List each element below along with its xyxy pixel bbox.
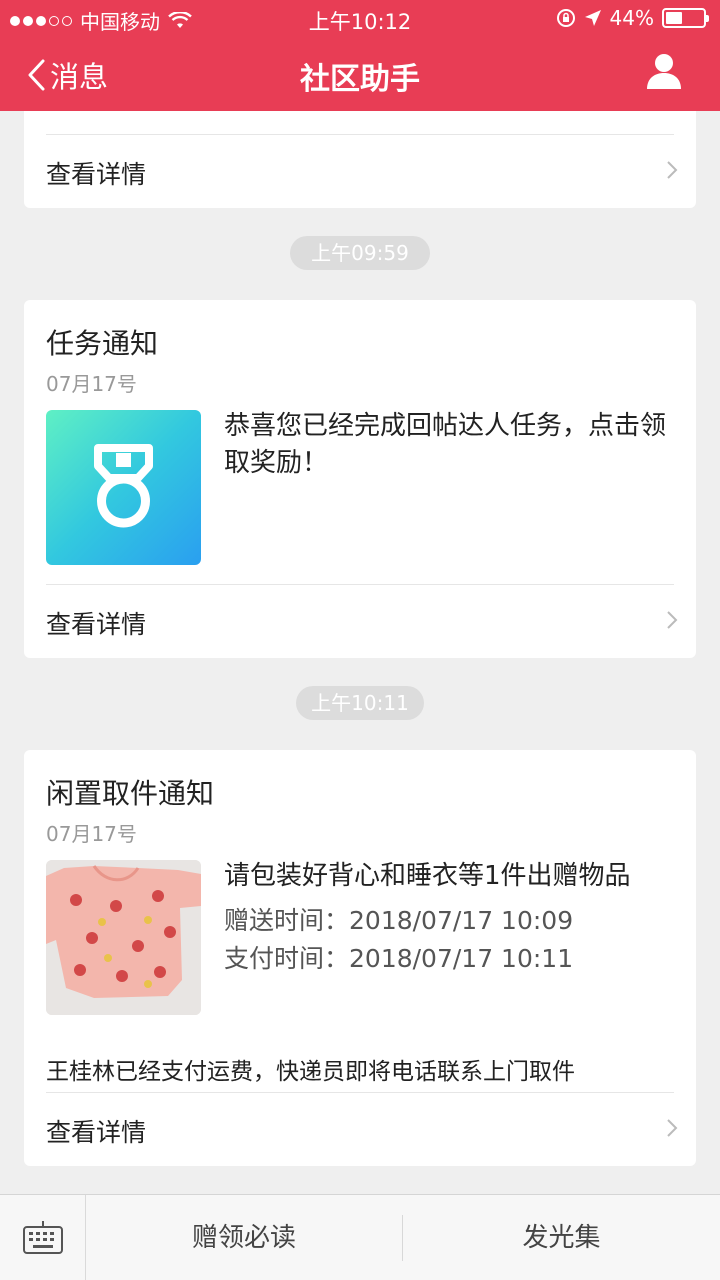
keyboard-icon — [23, 1221, 63, 1254]
keyboard-toggle-button[interactable] — [0, 1195, 86, 1280]
item-photo-image — [46, 860, 201, 1015]
timestamp-pill: 上午10:11 — [296, 686, 424, 720]
chevron-right-icon — [667, 1119, 678, 1137]
view-details-label: 查看详情 — [46, 160, 147, 189]
menu-item-collection[interactable]: 发光集 — [403, 1195, 720, 1280]
message-card-pickup: 闲置取件通知 07月17号 请包装好背心和睡衣等1件出赠物品 赠送时间：2018… — [24, 750, 696, 1166]
message-card-previous: 查看详情 — [24, 111, 696, 208]
location-icon — [584, 10, 601, 26]
card-date: 07月17号 — [46, 372, 137, 396]
battery-percent: 44% — [609, 6, 654, 30]
user-icon — [647, 54, 681, 89]
battery-icon — [662, 8, 709, 28]
medal-icon — [94, 444, 153, 528]
card-title: 任务通知 — [46, 327, 159, 360]
nav-bar: 消息 社区助手 — [0, 38, 720, 111]
page-title: 社区助手 — [300, 62, 420, 97]
pay-time-label: 支付时间： — [224, 944, 350, 973]
status-bar: 中国移动 上午10:12 44% — [0, 0, 720, 38]
task-message: 恭喜您已经完成回帖达人任务，点击领取奖励！ — [224, 411, 667, 478]
chevron-right-icon — [667, 161, 678, 179]
view-details-button[interactable]: 查看详情 — [24, 1092, 696, 1166]
pickup-note: 王桂林已经支付运费，快递员即将电话联系上门取件 — [46, 1059, 575, 1085]
view-details-label: 查看详情 — [46, 610, 147, 639]
medal-thumbnail — [46, 410, 201, 565]
pay-time-value: 2018/07/17 10:11 — [349, 944, 574, 973]
chevron-right-icon — [667, 611, 678, 629]
view-details-button[interactable]: 查看详情 — [24, 134, 696, 208]
message-card-task: 任务通知 07月17号 恭喜您已经完成回帖达人任务，点击领取奖励！ 查看详情 — [24, 300, 696, 658]
card-title: 闲置取件通知 — [46, 777, 215, 810]
status-right: 44% — [556, 6, 709, 30]
gift-time-label: 赠送时间： — [224, 906, 350, 935]
gift-time-row: 赠送时间：2018/07/17 10:09 — [224, 901, 573, 937]
pay-time-row: 支付时间：2018/07/17 10:11 — [224, 939, 573, 975]
card-date: 07月17号 — [46, 822, 137, 846]
user-button[interactable] — [646, 52, 682, 94]
gift-time-value: 2018/07/17 10:09 — [349, 906, 574, 935]
bottom-menu-bar: 赠领必读 发光集 — [0, 1194, 720, 1280]
item-description: 请包装好背心和睡衣等1件出赠物品 — [224, 861, 631, 891]
message-list[interactable]: 查看详情 上午09:59 任务通知 07月17号 恭喜您已经完成回帖达人任务，点… — [0, 111, 720, 1194]
timestamp-pill: 上午09:59 — [290, 236, 430, 270]
orientation-lock-icon — [556, 9, 575, 27]
menu-item-read-first[interactable]: 赠领必读 — [86, 1195, 402, 1280]
item-photo — [46, 860, 201, 1015]
view-details-label: 查看详情 — [46, 1118, 147, 1147]
view-details-button[interactable]: 查看详情 — [24, 584, 696, 658]
